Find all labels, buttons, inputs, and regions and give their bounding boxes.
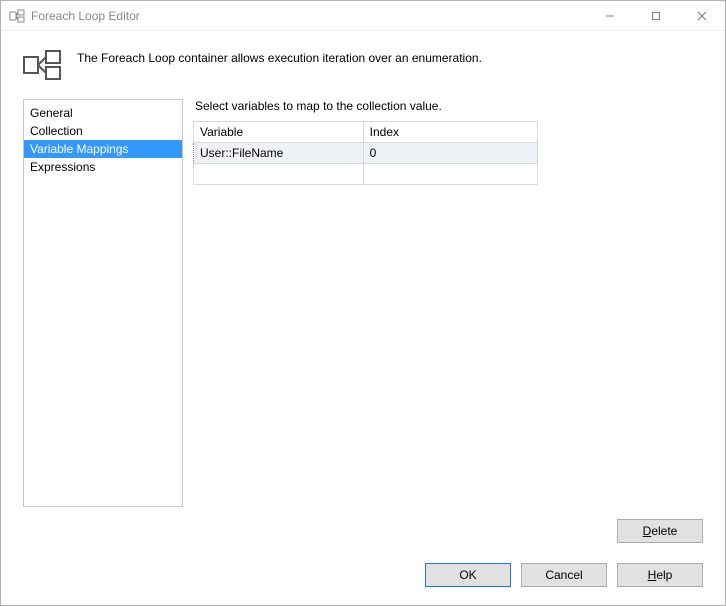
foreach-icon bbox=[23, 49, 63, 81]
main-panel: Select variables to map to the collectio… bbox=[193, 99, 703, 507]
mappings-grid-wrap: Variable Index User::FileName 0 . . bbox=[193, 121, 703, 507]
cell-blank-index[interactable]: . bbox=[363, 164, 537, 185]
grid-row[interactable]: User::FileName 0 bbox=[194, 143, 538, 164]
app-icon bbox=[9, 8, 25, 24]
grid-new-row[interactable]: . . bbox=[194, 164, 538, 185]
cell-blank-variable[interactable]: . bbox=[194, 164, 364, 185]
col-header-variable[interactable]: Variable bbox=[194, 122, 364, 143]
delete-button[interactable]: Delete bbox=[617, 519, 703, 543]
titlebar: Foreach Loop Editor bbox=[1, 1, 725, 31]
mappings-grid[interactable]: Variable Index User::FileName 0 . . bbox=[193, 121, 538, 185]
help-button-rest: elp bbox=[656, 568, 672, 582]
nav-item-collection[interactable]: Collection bbox=[24, 122, 182, 140]
header-area: The Foreach Loop container allows execut… bbox=[1, 31, 725, 89]
header-description: The Foreach Loop container allows execut… bbox=[77, 49, 482, 65]
dialog-body: General Collection Variable Mappings Exp… bbox=[1, 89, 725, 513]
instruction-label: Select variables to map to the collectio… bbox=[193, 99, 703, 121]
dialog-window: Foreach Loop Editor The Foreach L bbox=[0, 0, 726, 606]
delete-button-rest: elete bbox=[651, 524, 677, 538]
nav-item-expressions[interactable]: Expressions bbox=[24, 158, 182, 176]
cell-index[interactable]: 0 bbox=[363, 143, 537, 164]
nav-item-general[interactable]: General bbox=[24, 104, 182, 122]
close-button[interactable] bbox=[679, 1, 725, 30]
ok-button[interactable]: OK bbox=[425, 563, 511, 587]
col-header-index[interactable]: Index bbox=[363, 122, 537, 143]
window-title: Foreach Loop Editor bbox=[31, 9, 140, 23]
grid-header-row: Variable Index bbox=[194, 122, 538, 143]
window-controls bbox=[587, 1, 725, 30]
cell-variable[interactable]: User::FileName bbox=[194, 143, 364, 164]
dialog-footer: OK Cancel Help bbox=[1, 547, 725, 605]
delete-button-row: Delete bbox=[1, 513, 725, 547]
nav-item-variable-mappings[interactable]: Variable Mappings bbox=[24, 140, 182, 158]
minimize-button[interactable] bbox=[587, 1, 633, 30]
help-button[interactable]: Help bbox=[617, 563, 703, 587]
nav-panel: General Collection Variable Mappings Exp… bbox=[23, 99, 183, 507]
maximize-button[interactable] bbox=[633, 1, 679, 30]
cancel-button[interactable]: Cancel bbox=[521, 563, 607, 587]
